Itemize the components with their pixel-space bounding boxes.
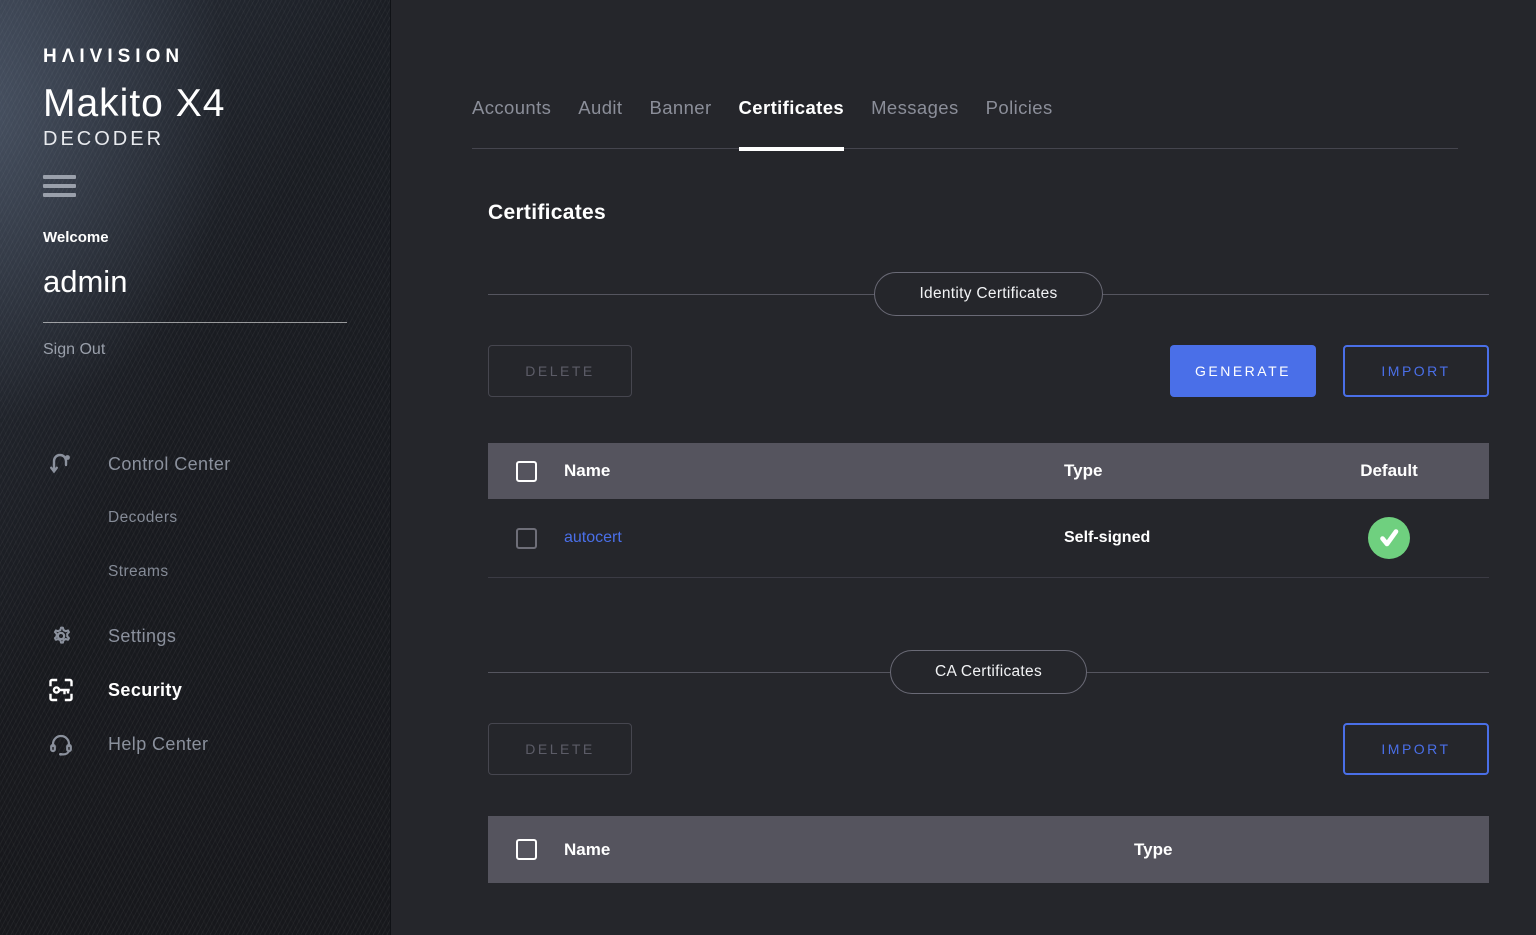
check-icon — [1376, 525, 1402, 551]
sidebar-item-control-center[interactable]: Control Center — [0, 437, 390, 491]
user-divider — [43, 322, 347, 323]
brand-block: HΛIVISION Makito X4 DECODER — [0, 0, 390, 151]
column-header-name: Name — [564, 840, 1134, 860]
sidebar-item-label: Security — [108, 680, 182, 701]
identity-generate-button[interactable]: GENERATE — [1170, 345, 1316, 397]
gear-icon — [46, 621, 76, 651]
ca-table-header: Name Type — [488, 816, 1489, 883]
default-check-badge — [1368, 517, 1410, 559]
sidebar-item-label: Decoders — [108, 509, 178, 527]
sidebar-item-label: Control Center — [108, 454, 231, 475]
ca-section-divider: CA Certificates — [488, 650, 1489, 694]
sidebar-item-label: Streams — [108, 563, 169, 581]
tab-banner[interactable]: Banner — [649, 97, 711, 119]
sidebar-item-settings[interactable]: Settings — [0, 609, 390, 663]
sidebar-item-label: Help Center — [108, 734, 208, 755]
sidebar-nav: Control Center Decoders Streams Settings — [0, 437, 390, 771]
identity-delete-button[interactable]: DELETE — [488, 345, 632, 397]
ca-select-all-checkbox[interactable] — [516, 839, 537, 860]
identity-select-all-checkbox[interactable] — [516, 461, 537, 482]
sidebar-item-help-center[interactable]: Help Center — [0, 717, 390, 771]
tab-accounts[interactable]: Accounts — [472, 97, 551, 119]
headset-icon — [46, 729, 76, 759]
tab-messages[interactable]: Messages — [871, 97, 959, 119]
product-subtitle: DECODER — [43, 128, 390, 151]
sign-out-link[interactable]: Sign Out — [43, 341, 105, 359]
app-window: HΛIVISION Makito X4 DECODER Welcome admi… — [0, 0, 1536, 935]
ca-delete-button[interactable]: DELETE — [488, 723, 632, 775]
username: admin — [43, 264, 390, 300]
tab-policies[interactable]: Policies — [986, 97, 1053, 119]
hamburger-menu-icon[interactable] — [43, 175, 76, 197]
tab-audit[interactable]: Audit — [578, 97, 622, 119]
welcome-label: Welcome — [43, 229, 390, 246]
certificates-panel: Certificates Identity Certificates DELET… — [488, 201, 1489, 883]
sidebar-item-security[interactable]: Security — [0, 663, 390, 717]
identity-table-header: Name Type Default — [488, 443, 1489, 499]
control-center-icon — [46, 449, 76, 479]
haivision-logo: HΛIVISION — [43, 46, 390, 68]
tab-certificates[interactable]: Certificates — [739, 97, 845, 119]
ca-toolbar: DELETE IMPORT — [488, 723, 1489, 775]
row-checkbox[interactable] — [516, 528, 537, 549]
sidebar-item-streams[interactable]: Streams — [0, 545, 390, 599]
identity-section-divider: Identity Certificates — [488, 272, 1489, 316]
certificate-type: Self-signed — [1064, 529, 1289, 547]
sidebar-item-decoders[interactable]: Decoders — [0, 491, 390, 545]
identity-table-row: autocert Self-signed — [488, 499, 1489, 578]
main-content: Accounts Audit Banner Certificates Messa… — [391, 0, 1536, 935]
ca-import-button[interactable]: IMPORT — [1343, 723, 1489, 775]
identity-certificates-pill: Identity Certificates — [874, 272, 1102, 316]
sidebar-item-label: Settings — [108, 626, 176, 647]
identity-import-button[interactable]: IMPORT — [1343, 345, 1489, 397]
key-security-icon — [46, 675, 76, 705]
ca-certificates-pill: CA Certificates — [890, 650, 1087, 694]
column-header-default: Default — [1289, 461, 1489, 481]
certificate-name-link[interactable]: autocert — [564, 529, 622, 546]
sidebar: HΛIVISION Makito X4 DECODER Welcome admi… — [0, 0, 391, 935]
product-name: Makito X4 — [43, 82, 390, 126]
column-header-type: Type — [1064, 461, 1289, 481]
tab-bar: Accounts Audit Banner Certificates Messa… — [472, 97, 1458, 149]
column-header-name: Name — [564, 461, 1064, 481]
identity-toolbar: DELETE GENERATE IMPORT — [488, 345, 1489, 397]
column-header-type: Type — [1134, 840, 1489, 860]
page-title: Certificates — [488, 201, 1489, 225]
